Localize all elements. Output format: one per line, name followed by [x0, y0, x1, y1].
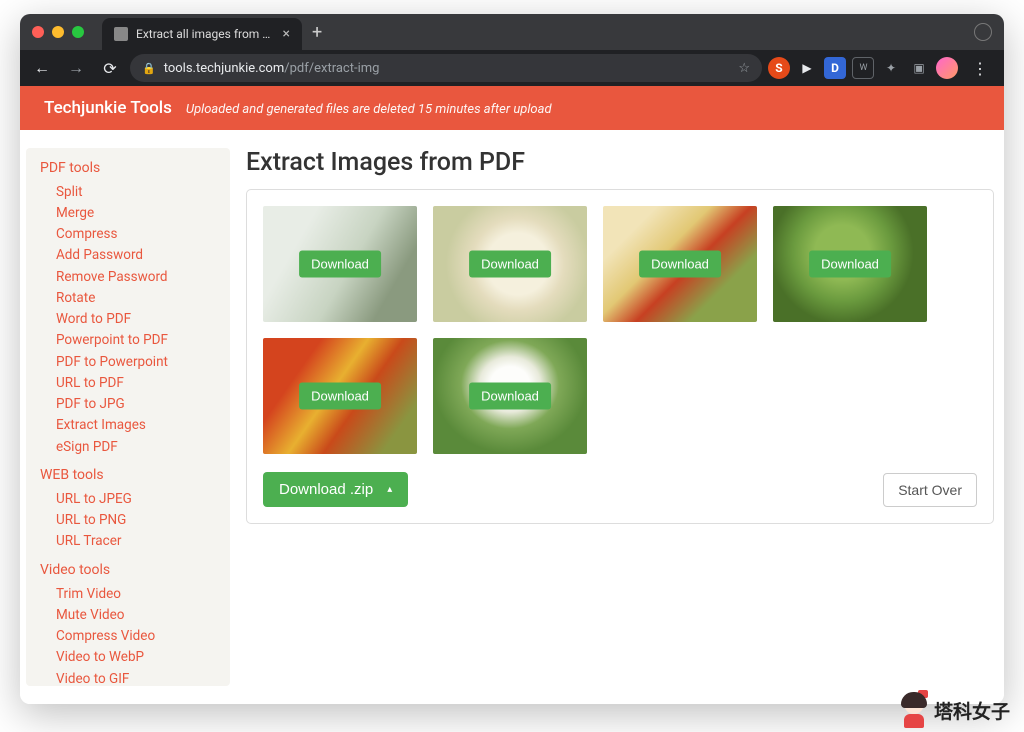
fullscreen-window-button[interactable] — [72, 26, 84, 38]
thumbnail-grid: Download Download Download Download Download… — [263, 206, 977, 454]
start-over-button[interactable]: Start Over — [883, 473, 977, 507]
site-notice: Uploaded and generated files are deleted… — [186, 102, 552, 117]
extension-play-icon[interactable]: ▶ — [796, 57, 818, 79]
extension-d-icon[interactable]: D — [824, 57, 846, 79]
extension-s-icon[interactable]: S — [768, 57, 790, 79]
download-button[interactable]: Download — [299, 251, 381, 278]
extensions-menu-icon[interactable]: ✦ — [880, 57, 902, 79]
sidebar-category-pdf[interactable]: PDF tools — [40, 158, 218, 179]
download-button[interactable]: Download — [469, 383, 551, 410]
sidebar-item[interactable]: eSign PDF — [56, 436, 218, 457]
sidebar-item[interactable]: URL to PNG — [56, 510, 218, 531]
sidebar-item[interactable]: PDF to Powerpoint — [56, 351, 218, 372]
browser-window: Extract all images from PDF - T × + ← → … — [20, 14, 1004, 704]
sidebar-item[interactable]: Compress — [56, 224, 218, 245]
sidebar-item[interactable]: Word to PDF — [56, 309, 218, 330]
page-title: Extract Images from PDF — [246, 148, 994, 177]
close-window-button[interactable] — [32, 26, 44, 38]
card-footer: Download .zip ▴ Start Over — [263, 472, 977, 507]
caret-up-icon: ▴ — [387, 484, 392, 495]
sidebar-category-video[interactable]: Video tools — [40, 560, 218, 581]
sidebar: PDF tools SplitMergeCompressAdd Password… — [26, 148, 230, 686]
watermark: 塔科女子 — [898, 692, 1010, 728]
sidebar-item[interactable]: Split — [56, 181, 218, 202]
sidebar-item[interactable]: Video to GIF — [56, 668, 218, 686]
image-thumbnail: Download — [603, 206, 757, 322]
image-thumbnail: Download — [433, 206, 587, 322]
titlebar: Extract all images from PDF - T × + — [20, 14, 1004, 50]
download-button[interactable]: Download — [809, 251, 891, 278]
new-tab-button[interactable]: + — [312, 22, 322, 43]
watermark-avatar-icon — [898, 692, 930, 728]
download-zip-label: Download .zip — [279, 481, 373, 498]
download-zip-button[interactable]: Download .zip ▴ — [263, 472, 408, 507]
browser-toolbar: ← → ⟳ 🔒 tools.techjunkie.com/pdf/extract… — [20, 50, 1004, 86]
download-button[interactable]: Download — [469, 251, 551, 278]
sidebar-item[interactable]: URL to JPEG — [56, 488, 218, 509]
site-header: Techjunkie Tools Uploaded and generated … — [20, 86, 1004, 130]
back-button[interactable]: ← — [28, 58, 56, 78]
sidebar-item[interactable]: Video to WebP — [56, 647, 218, 668]
sidebar-item[interactable]: Merge — [56, 202, 218, 223]
download-button[interactable]: Download — [299, 383, 381, 410]
close-tab-icon[interactable]: × — [283, 26, 290, 42]
sidebar-item[interactable]: Mute Video — [56, 604, 218, 625]
image-thumbnail: Download — [263, 338, 417, 454]
tab-title: Extract all images from PDF - T — [136, 27, 275, 41]
main-panel: Extract Images from PDF DownloadDownload… — [246, 148, 994, 686]
sidebar-item[interactable]: Add Password — [56, 245, 218, 266]
sidebar-item[interactable]: PDF to JPG — [56, 394, 218, 415]
address-bar[interactable]: 🔒 tools.techjunkie.com/pdf/extract-img ☆ — [130, 54, 762, 82]
sidebar-item[interactable]: URL to PDF — [56, 372, 218, 393]
bookmark-star-icon[interactable]: ☆ — [738, 61, 750, 76]
site-brand[interactable]: Techjunkie Tools — [44, 98, 172, 118]
sidebar-item[interactable]: Trim Video — [56, 583, 218, 604]
sidebar-item[interactable]: Compress Video — [56, 626, 218, 647]
lock-icon: 🔒 — [142, 62, 156, 75]
forward-button[interactable]: → — [62, 58, 90, 78]
download-button[interactable]: Download — [639, 251, 721, 278]
page-content: Techjunkie Tools Uploaded and generated … — [20, 86, 1004, 704]
results-card: Download Download Download Download Download… — [246, 189, 994, 524]
window-controls — [32, 26, 84, 38]
minimize-window-button[interactable] — [52, 26, 64, 38]
sidebar-item[interactable]: Remove Password — [56, 266, 218, 287]
sidebar-item[interactable]: URL Tracer — [56, 531, 218, 552]
extension-w-icon[interactable]: W — [852, 57, 874, 79]
sidebar-item[interactable]: Powerpoint to PDF — [56, 330, 218, 351]
image-thumbnail: Download — [433, 338, 587, 454]
favicon-icon — [114, 27, 128, 41]
cast-icon[interactable]: ▣ — [908, 57, 930, 79]
image-thumbnail: Download — [263, 206, 417, 322]
browser-tab[interactable]: Extract all images from PDF - T × — [102, 18, 302, 50]
sidebar-category-web[interactable]: WEB tools — [40, 465, 218, 486]
url-host: tools.techjunkie.com/pdf/extract-img — [164, 61, 380, 76]
watermark-text: 塔科女子 — [934, 697, 1010, 724]
sidebar-item[interactable]: Extract Images — [56, 415, 218, 436]
profile-avatar[interactable] — [936, 57, 958, 79]
browser-menu-icon[interactable]: ⋮ — [964, 59, 996, 78]
image-thumbnail: Download — [773, 206, 927, 322]
reload-button[interactable]: ⟳ — [96, 59, 124, 78]
sidebar-item[interactable]: Rotate — [56, 287, 218, 308]
account-indicator-icon[interactable] — [974, 23, 992, 41]
content-area: PDF tools SplitMergeCompressAdd Password… — [20, 130, 1004, 704]
